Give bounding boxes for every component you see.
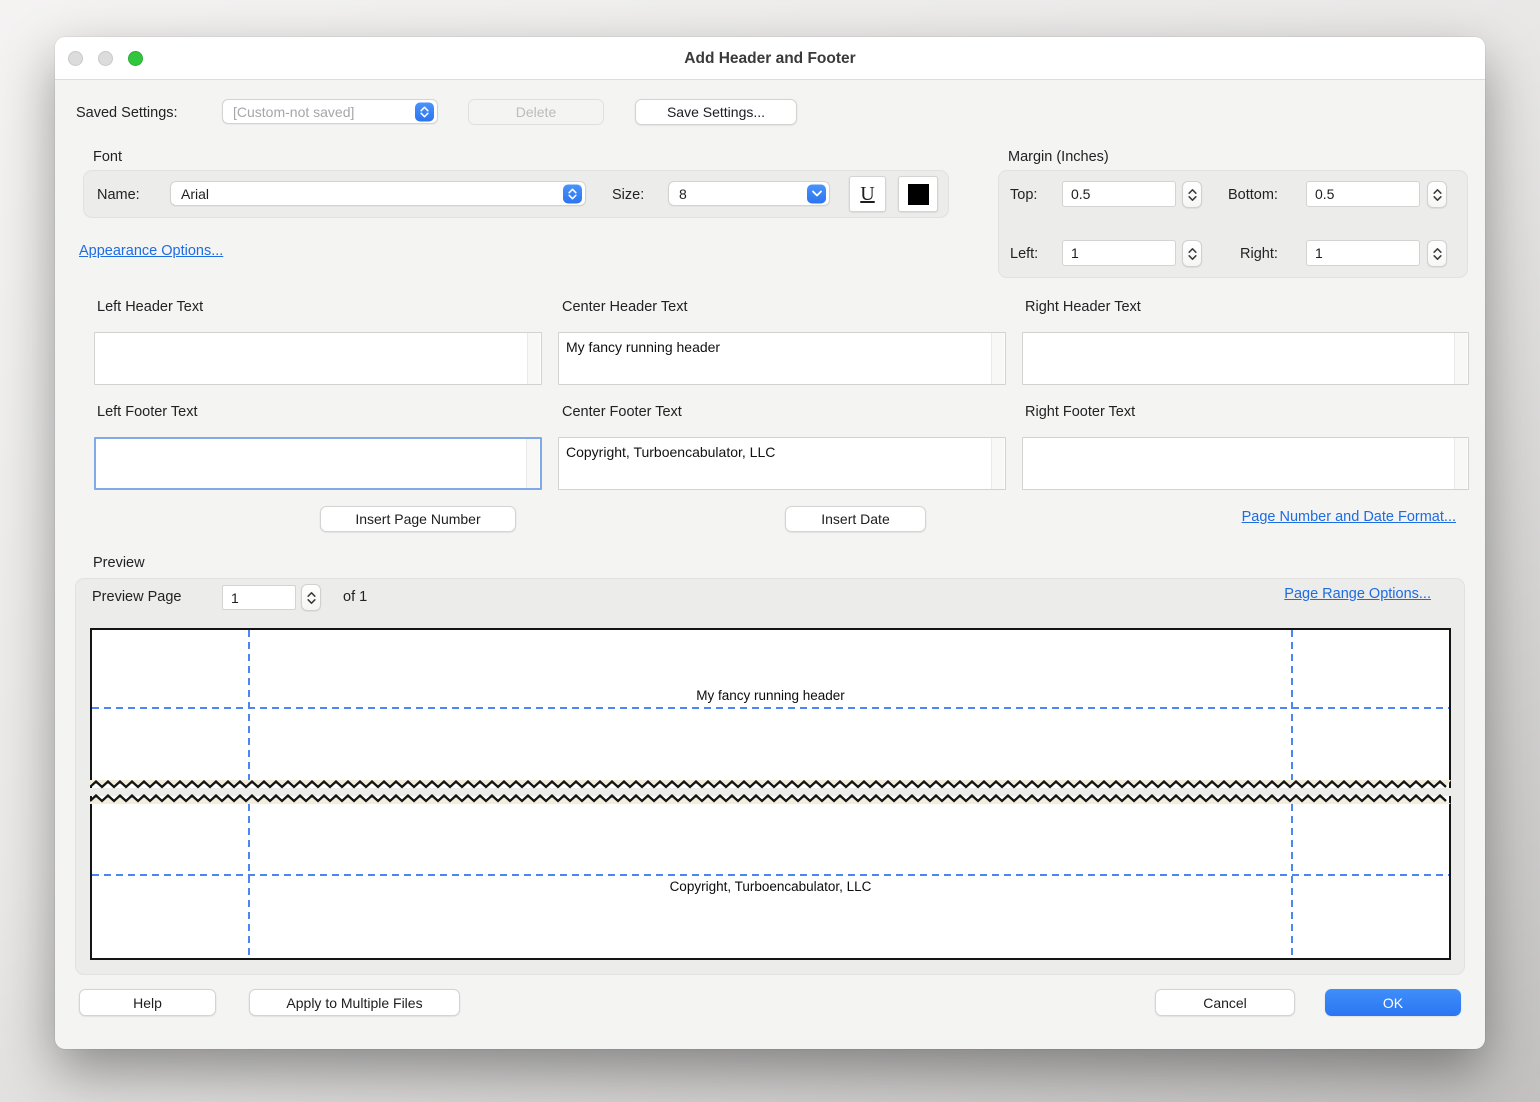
saved-settings-select[interactable]: [Custom-not saved] — [222, 99, 438, 124]
chevron-down-icon — [807, 184, 826, 203]
ok-button[interactable]: OK — [1325, 989, 1461, 1016]
margin-right-field[interactable] — [1306, 240, 1420, 266]
preview-page-count: of 1 — [343, 589, 367, 605]
dialog-title: Add Header and Footer — [55, 37, 1485, 80]
right-footer-textarea[interactable] — [1022, 437, 1469, 490]
left-margin-guide — [248, 630, 250, 780]
right-margin-guide — [1291, 630, 1293, 780]
select-updown-icon — [415, 102, 434, 121]
add-header-footer-dialog: Add Header and Footer Saved Settings: [C… — [55, 37, 1485, 1049]
textarea-scrollbar-gutter — [527, 333, 540, 384]
saved-settings-value: [Custom-not saved] — [233, 104, 354, 120]
torn-edge-zigzag — [90, 780, 1451, 790]
margin-bottom-field[interactable] — [1306, 181, 1420, 207]
font-section-label: Font — [93, 149, 122, 165]
left-footer-label: Left Footer Text — [97, 404, 197, 420]
font-size-combo[interactable]: 8 — [668, 181, 830, 206]
preview-header-region: My fancy running header — [90, 628, 1451, 788]
color-swatch — [908, 184, 929, 205]
preview-page-stepper[interactable] — [301, 584, 321, 611]
margin-top-field[interactable] — [1062, 181, 1176, 207]
saved-settings-label: Saved Settings: — [76, 105, 178, 121]
preview-footer-text: Copyright, Turboencabulator, LLC — [92, 879, 1449, 894]
center-header-textarea[interactable]: My fancy running header — [558, 332, 1006, 385]
margin-left-label: Left: — [1010, 246, 1038, 262]
delete-button[interactable]: Delete — [468, 99, 604, 125]
insert-page-number-button[interactable]: Insert Page Number — [320, 506, 516, 532]
margin-bottom-label: Bottom: — [1228, 187, 1278, 203]
right-header-label: Right Header Text — [1025, 299, 1141, 315]
appearance-options-link[interactable]: Appearance Options... — [79, 243, 223, 259]
margin-left-field[interactable] — [1062, 240, 1176, 266]
margin-bottom-stepper[interactable] — [1427, 181, 1447, 208]
font-name-select[interactable]: Arial — [170, 181, 586, 206]
page-range-options-link[interactable]: Page Range Options... — [1284, 586, 1431, 602]
titlebar: Add Header and Footer — [55, 37, 1485, 80]
font-color-button[interactable] — [898, 176, 938, 212]
font-size-label: Size: — [612, 187, 644, 203]
center-footer-label: Center Footer Text — [562, 404, 682, 420]
textarea-scrollbar-gutter — [991, 333, 1004, 384]
center-footer-textarea[interactable]: Copyright, Turboencabulator, LLC — [558, 437, 1006, 490]
preview-page-input[interactable] — [222, 585, 296, 610]
insert-date-button[interactable]: Insert Date — [785, 506, 926, 532]
right-header-textarea[interactable] — [1022, 332, 1469, 385]
center-header-label: Center Header Text — [562, 299, 687, 315]
margin-top-label: Top: — [1010, 187, 1037, 203]
left-header-label: Left Header Text — [97, 299, 203, 315]
textarea-scrollbar-gutter — [526, 439, 539, 488]
margin-right-stepper[interactable] — [1427, 240, 1447, 267]
help-button[interactable]: Help — [79, 989, 216, 1016]
margin-left-stepper[interactable] — [1182, 240, 1202, 267]
margin-top-stepper[interactable] — [1182, 181, 1202, 208]
preview-header-text: My fancy running header — [92, 688, 1449, 703]
cancel-button[interactable]: Cancel — [1155, 989, 1295, 1016]
underline-button[interactable]: U — [849, 176, 886, 212]
preview-page-canvas: My fancy running header Copyright, Turbo… — [90, 628, 1451, 960]
font-name-label: Name: — [97, 187, 140, 203]
save-settings-button[interactable]: Save Settings... — [635, 99, 797, 125]
font-size-value: 8 — [679, 186, 687, 202]
textarea-scrollbar-gutter — [1454, 438, 1467, 489]
margin-section-label: Margin (Inches) — [1008, 149, 1109, 165]
bottom-margin-guide — [92, 874, 1449, 876]
top-margin-guide — [92, 707, 1449, 709]
right-footer-label: Right Footer Text — [1025, 404, 1135, 420]
preview-page-label: Preview Page — [92, 589, 181, 605]
textarea-scrollbar-gutter — [991, 438, 1004, 489]
margin-right-label: Right: — [1240, 246, 1278, 262]
torn-edge-zigzag — [90, 794, 1451, 804]
preview-footer-region: Copyright, Turboencabulator, LLC — [90, 796, 1451, 960]
page-number-date-format-link[interactable]: Page Number and Date Format... — [1242, 509, 1456, 525]
left-header-textarea[interactable] — [94, 332, 542, 385]
preview-section-label: Preview — [93, 555, 145, 571]
select-updown-icon — [563, 184, 582, 203]
left-footer-textarea[interactable] — [94, 437, 542, 490]
apply-to-multiple-files-button[interactable]: Apply to Multiple Files — [249, 989, 460, 1016]
font-name-value: Arial — [181, 186, 209, 202]
textarea-scrollbar-gutter — [1454, 333, 1467, 384]
